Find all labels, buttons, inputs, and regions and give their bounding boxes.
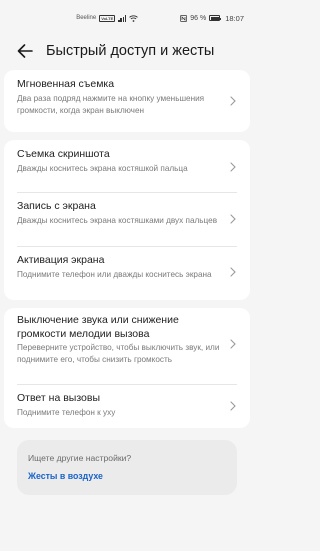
battery-icon [209, 15, 222, 21]
settings-card-3: Выключение звука или снижение громкости … [4, 308, 250, 428]
item-description: Дважды коснитесь экрана костяшками двух … [17, 216, 218, 225]
signal-icon [118, 14, 127, 22]
list-item-screenshot[interactable]: Съемка скриншота Дважды коснитесь экрана… [4, 140, 250, 192]
item-title: Съемка скриншота [17, 148, 110, 160]
list-item-answer-calls[interactable]: Ответ на вызовы Поднимите телефон к уху [4, 385, 250, 428]
page-title: Быстрый доступ и жесты [46, 43, 215, 59]
wifi-icon [129, 14, 139, 22]
item-description: Поднимите телефон к уху [17, 408, 116, 417]
carrier-label: Beeline [76, 15, 97, 21]
arrow-left-icon [17, 44, 33, 58]
chevron-right-icon [230, 214, 236, 224]
back-button[interactable] [13, 39, 37, 63]
suggestion-question: Ищете другие настройки? [28, 453, 132, 463]
chevron-right-icon [230, 267, 236, 277]
item-description: Дважды коснитесь экрана костяшкой пальца [17, 164, 188, 173]
header: Быстрый доступ и жесты [0, 36, 254, 66]
item-title: Запись с экрана [17, 200, 96, 212]
chevron-right-icon [230, 339, 236, 349]
item-description: Два раза подряд нажмите на кнопку уменьш… [17, 94, 205, 115]
battery-percent: 96 % [190, 14, 207, 22]
list-item-instant-shot[interactable]: Мгновенная съемка Два раза подряд нажмит… [4, 70, 250, 132]
navigation-gesture-area [0, 536, 254, 551]
chevron-right-icon [230, 401, 236, 411]
list-item-screen-record[interactable]: Запись с экрана Дважды коснитесь экрана … [4, 193, 250, 245]
suggestion-box: Ищете другие настройки? Жесты в воздухе [17, 440, 237, 495]
item-title: Выключение звука или снижение громкости … [17, 314, 179, 340]
settings-card-2: Съемка скриншота Дважды коснитесь экрана… [4, 140, 250, 300]
status-bar: Beeline VoLTE 96 % 18:07 [0, 0, 254, 36]
chevron-right-icon [230, 162, 236, 172]
list-item-screen-wake[interactable]: Активация экрана Поднимите телефон или д… [4, 247, 250, 300]
list-item-mute-ringtone[interactable]: Выключение звука или снижение громкости … [4, 308, 250, 384]
item-title: Мгновенная съемка [17, 78, 115, 90]
item-description: Переверните устройство, чтобы выключить … [17, 343, 220, 364]
clock: 18:07 [225, 13, 244, 23]
air-gestures-link[interactable]: Жесты в воздухе [28, 471, 103, 481]
chevron-right-icon [230, 96, 236, 106]
volte-badge: VoLTE [99, 14, 116, 22]
settings-card-1: Мгновенная съемка Два раза подряд нажмит… [4, 70, 250, 132]
nfc-icon [180, 14, 188, 22]
item-title: Активация экрана [17, 254, 105, 266]
item-title: Ответ на вызовы [17, 392, 100, 404]
item-description: Поднимите телефон или дважды коснитесь э… [17, 270, 212, 279]
